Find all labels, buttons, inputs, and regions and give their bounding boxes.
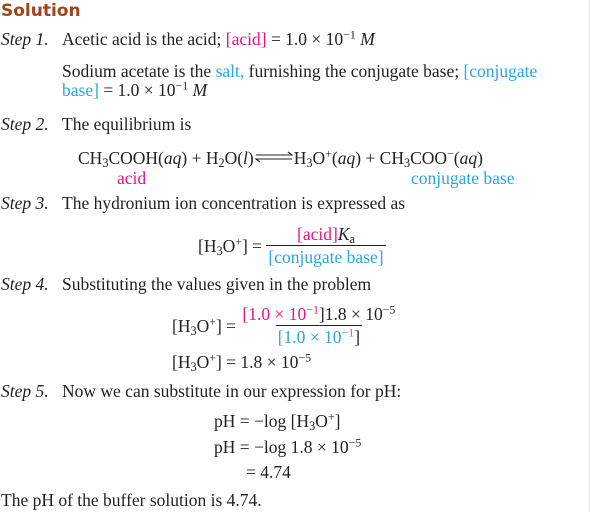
step-5: Step 5. bbox=[1, 381, 49, 401]
acid-label: acid bbox=[117, 168, 147, 188]
numerator: [acid]Ka bbox=[297, 224, 355, 247]
equilibrium-equation: CH3COOH(aq) + H2O(l) H3O+(aq) + CH3COO−(a… bbox=[78, 146, 483, 171]
conclusion: The pH of the buffer solution is 4.74. bbox=[1, 490, 262, 510]
numerator: [1.0 × 10−1]1.8 × 10−5 bbox=[242, 302, 396, 324]
lhs: [H3O+] = bbox=[172, 313, 237, 338]
step-1-line-1: Acetic acid is the acid; [acid] = 1.0 × … bbox=[62, 27, 375, 49]
step-label: Step 3. bbox=[1, 193, 49, 213]
conjugate-term: [conjugate bbox=[463, 61, 538, 81]
solution-heading: Solution bbox=[1, 1, 81, 21]
step-4-text: Substituting the values given in the pro… bbox=[62, 274, 372, 294]
step-label: Step 2. bbox=[1, 114, 49, 134]
step-5-text: Now we can substitute in our expression … bbox=[62, 381, 402, 401]
ph-line-1: pH = −log [H3O+] bbox=[214, 409, 341, 434]
step-1-line-2: Sodium acetate is the salt, furnishing t… bbox=[62, 61, 538, 81]
lhs: [H3O+] = bbox=[198, 233, 263, 258]
conjugate-base-label: conjugate base bbox=[411, 168, 515, 188]
conjugate-term-cont: base] bbox=[62, 80, 99, 100]
step-2-text: The equilibrium is bbox=[62, 114, 192, 134]
step-label: Step 1. bbox=[1, 29, 49, 49]
denominator: [1.0 × 10−1] bbox=[275, 325, 363, 347]
step-2: Step 2. bbox=[1, 114, 49, 134]
step-4: Step 4. bbox=[1, 274, 49, 294]
step-1-line-3: base] = 1.0 × 10−1 M bbox=[62, 78, 208, 100]
denominator: [conjugate base] bbox=[266, 245, 386, 267]
step-1: Step 1. bbox=[1, 29, 49, 49]
fraction: [1.0 × 10−1]1.8 × 10−5 [1.0 × 10−1] bbox=[240, 304, 397, 347]
ph-line-2: pH = −log 1.8 × 10−5 bbox=[214, 435, 362, 457]
hydronium-result: [H3O+] = 1.8 × 10−5 bbox=[172, 350, 312, 375]
ph-result: = 4.74 bbox=[246, 462, 291, 482]
salt-term: salt, bbox=[215, 61, 245, 81]
step-3: Step 3. bbox=[1, 193, 49, 213]
fraction: [acid]Ka [conjugate base] bbox=[266, 224, 386, 267]
equilibrium-arrow-icon bbox=[254, 151, 293, 163]
step-3-text: The hydronium ion concentration is expre… bbox=[62, 193, 406, 213]
acid-term: [acid] bbox=[225, 29, 267, 49]
substitution-expression: [H3O+] = [1.0 × 10−1]1.8 × 10−5 [1.0 × 1… bbox=[172, 304, 397, 347]
step-label: Step 5. bbox=[1, 381, 49, 401]
hydronium-expression: [H3O+] = [acid]Ka [conjugate base] bbox=[198, 224, 386, 267]
step-label: Step 4. bbox=[1, 274, 49, 294]
